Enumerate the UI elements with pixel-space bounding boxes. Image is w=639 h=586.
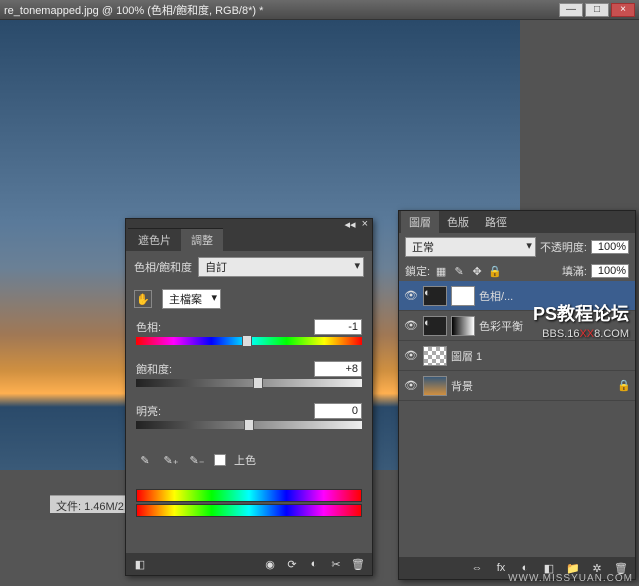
lock-all-icon[interactable]: 🔒 (488, 264, 502, 278)
tab-layers[interactable]: 圖層 (401, 211, 439, 233)
tab-adjust[interactable]: 調整 (181, 228, 223, 251)
fx-icon[interactable]: fx (493, 560, 509, 576)
adjustments-panel: ◂◂ × 遮色片 調整 色相/飽和度 自訂 ✋ 主檔案 色相: 飽和度: (125, 218, 373, 576)
output-color-bar[interactable] (136, 504, 362, 517)
adjustments-tabs: 遮色片 調整 (126, 229, 372, 251)
colorize-checkbox[interactable] (214, 454, 226, 466)
lock-icon: 🔒 (617, 379, 631, 392)
collapse-icon[interactable]: ◂◂ (345, 218, 356, 231)
window-titlebar: re_tonemapped.jpg @ 100% (色相/飽和度, RGB/8*… (0, 0, 639, 20)
eyedropper-add-icon[interactable]: ✎₊ (162, 451, 180, 469)
toggle-visibility-icon[interactable]: ✂ (328, 556, 344, 572)
hue-slider-group: 色相: (126, 315, 372, 357)
hue-slider-thumb[interactable] (242, 335, 252, 347)
saturation-slider-thumb[interactable] (253, 377, 263, 389)
panel-close-icon[interactable]: × (362, 218, 368, 230)
watermark-part: XX (579, 328, 594, 340)
saturation-slider[interactable] (136, 379, 362, 387)
eyedropper-subtract-icon[interactable]: ✎₋ (188, 451, 206, 469)
lock-label: 鎖定: (405, 263, 430, 279)
layer-mask-thumb[interactable] (451, 316, 475, 336)
visibility-icon[interactable]: 👁 (403, 349, 419, 362)
lightness-slider-group: 明亮: (126, 399, 372, 441)
reset-icon[interactable]: ⟳ (284, 556, 300, 572)
watermark-url: BBS.16XX8.COM (542, 324, 629, 340)
targeted-adjustment-icon[interactable]: ✋ (134, 290, 152, 308)
layer-thumb[interactable] (423, 346, 447, 366)
lightness-label: 明亮: (136, 403, 161, 419)
watermark-title: PS教程论坛 (533, 300, 629, 326)
channel-select[interactable]: 主檔案 (162, 289, 221, 309)
watermark-part: BBS.16 (542, 328, 579, 340)
layer-name[interactable]: 背景 (451, 378, 613, 394)
opacity-label: 不透明度: (540, 239, 587, 255)
saturation-label: 飽和度: (136, 361, 172, 377)
watermark-part: 8.COM (594, 328, 629, 340)
tab-mask[interactable]: 遮色片 (128, 228, 181, 251)
eyedropper-icon[interactable]: ✎ (136, 451, 154, 469)
layer-lock-row: 鎖定: ▦ ✎ ✥ 🔒 填滿: (399, 261, 635, 281)
hue-label: 色相: (136, 319, 161, 335)
layers-panel: 圖層 色版 路徑 正常 不透明度: 鎖定: ▦ ✎ ✥ 🔒 填滿: 👁 ◐ 色相… (398, 210, 636, 580)
lightness-slider[interactable] (136, 421, 362, 429)
layer-name[interactable]: 圖層 1 (451, 348, 631, 364)
hue-input[interactable] (314, 319, 362, 335)
lightness-slider-thumb[interactable] (244, 419, 254, 431)
opacity-input[interactable] (591, 240, 629, 254)
saturation-input[interactable] (314, 361, 362, 377)
maximize-button[interactable]: □ (585, 3, 609, 17)
visibility-icon[interactable]: 👁 (403, 319, 419, 332)
view-previous-icon[interactable]: ◉ (262, 556, 278, 572)
adjustment-thumb[interactable]: ◐ (423, 286, 447, 306)
close-button[interactable]: × (611, 3, 635, 17)
minimize-button[interactable]: — (559, 3, 583, 17)
fill-label: 填滿: (562, 263, 587, 279)
lock-transparency-icon[interactable]: ▦ (434, 264, 448, 278)
lock-position-icon[interactable]: ✥ (470, 264, 484, 278)
adjustments-footer: ◧ ◉ ⟳ ◐ ✂ 🗑 (126, 553, 372, 575)
layer-options-row: 正常 不透明度: (399, 233, 635, 261)
preset-select[interactable]: 自訂 (198, 257, 364, 277)
clip-icon[interactable]: ◐ (306, 556, 322, 572)
adjustment-type-label: 色相/飽和度 (134, 259, 192, 275)
layer-row[interactable]: 👁 圖層 1 (399, 341, 635, 371)
window-title: re_tonemapped.jpg @ 100% (色相/飽和度, RGB/8*… (4, 2, 557, 18)
visibility-icon[interactable]: 👁 (403, 379, 419, 392)
layer-mask-thumb[interactable] (451, 286, 475, 306)
tab-paths[interactable]: 路徑 (477, 211, 515, 233)
tab-channels[interactable]: 色版 (439, 211, 477, 233)
adjustment-type-row: 色相/飽和度 自訂 (126, 251, 372, 283)
colorize-row: ✎ ✎₊ ✎₋ 上色 (126, 441, 372, 479)
delete-icon[interactable]: 🗑 (350, 556, 366, 572)
watermark-footer: WWW.MISSYUAN.COM (508, 573, 633, 584)
saturation-slider-group: 飽和度: (126, 357, 372, 399)
layer-list: 👁 ◐ 色相/... 👁 ◐ 色彩平衡 👁 圖層 1 👁 背景 🔒 (399, 281, 635, 401)
preset-row: ✋ 主檔案 (126, 283, 372, 315)
colorize-label: 上色 (234, 452, 256, 468)
link-icon[interactable]: ⇔ (469, 560, 485, 576)
lock-pixels-icon[interactable]: ✎ (452, 264, 466, 278)
layer-thumb[interactable] (423, 376, 447, 396)
lightness-input[interactable] (314, 403, 362, 419)
input-color-bar[interactable] (136, 489, 362, 502)
color-range-bars (136, 489, 362, 517)
adjustment-thumb[interactable]: ◐ (423, 316, 447, 336)
hue-slider[interactable] (136, 337, 362, 345)
layers-tabs: 圖層 色版 路徑 (399, 211, 635, 233)
blend-mode-select[interactable]: 正常 (405, 237, 536, 257)
fill-input[interactable] (591, 264, 629, 278)
layer-row[interactable]: 👁 背景 🔒 (399, 371, 635, 401)
visibility-icon[interactable]: 👁 (403, 289, 419, 302)
toggle-icon[interactable]: ◧ (132, 556, 148, 572)
